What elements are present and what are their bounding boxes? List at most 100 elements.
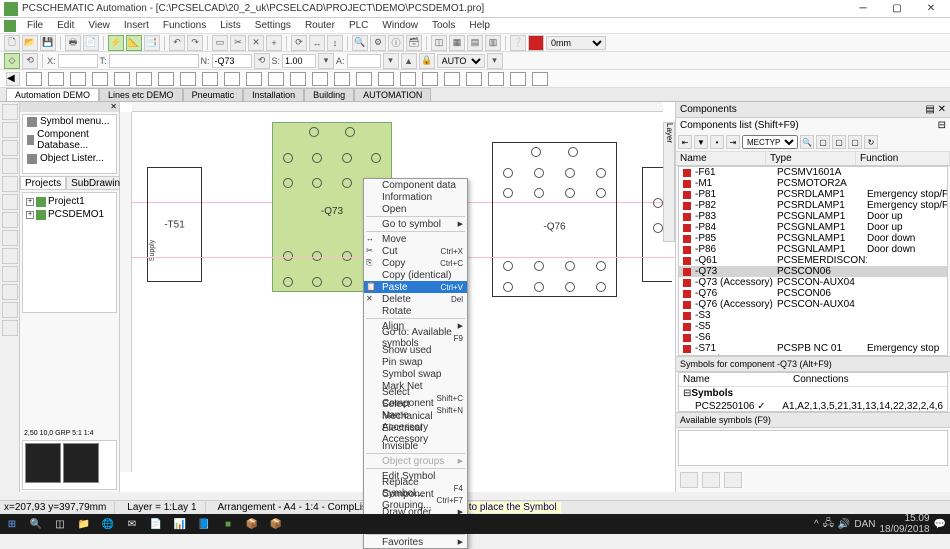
- lt-misc3-icon[interactable]: [2, 230, 18, 246]
- flip-icon[interactable]: ↔: [309, 35, 325, 51]
- context-menu-item[interactable]: Go to: Available symbolsF9: [364, 332, 467, 344]
- tab-installation[interactable]: Installation: [243, 88, 304, 101]
- lock-icon[interactable]: ▲: [401, 53, 417, 69]
- context-menu-item[interactable]: Rotate: [364, 305, 467, 317]
- preview-icon[interactable]: 📄: [83, 35, 99, 51]
- palette-symbol[interactable]: [48, 72, 64, 86]
- palette-prev-icon[interactable]: ◀: [6, 72, 20, 86]
- tray-up-icon[interactable]: ^: [814, 519, 819, 530]
- lt-rect-icon[interactable]: [2, 176, 18, 192]
- component-row[interactable]: -S3: [679, 310, 947, 321]
- context-menu-item[interactable]: ⎘CopyCtrl+C: [364, 257, 467, 269]
- reset1-icon[interactable]: ⟲: [22, 53, 38, 69]
- auto-select[interactable]: AUTO: [437, 54, 485, 68]
- btn-nav-icon[interactable]: [702, 472, 720, 488]
- copy-icon[interactable]: ✂: [230, 35, 246, 51]
- misc1-icon[interactable]: ◫: [431, 35, 447, 51]
- menu-help[interactable]: Help: [463, 20, 496, 31]
- palette-symbol[interactable]: [202, 72, 218, 86]
- lt-misc8-icon[interactable]: [2, 320, 18, 336]
- left-panel-close[interactable]: ✕: [20, 102, 119, 112]
- tray-lang[interactable]: DAN: [854, 519, 875, 530]
- pointer-icon[interactable]: ▭: [212, 35, 228, 51]
- nav-first-icon[interactable]: ⇤: [678, 135, 692, 149]
- palette-symbol[interactable]: [180, 72, 196, 86]
- mode1-icon[interactable]: ⚡: [108, 35, 124, 51]
- palette-symbol[interactable]: [378, 72, 394, 86]
- component-row[interactable]: -Q76 (Accessory) PCSCON-AUX04: [679, 299, 947, 310]
- symbol-mode-icon[interactable]: ◇: [4, 53, 20, 69]
- menu-plc[interactable]: PLC: [343, 20, 374, 31]
- new-icon[interactable]: 🗋: [4, 35, 20, 51]
- tool-c-icon[interactable]: ▢: [848, 135, 862, 149]
- misc3-icon[interactable]: ▤: [467, 35, 483, 51]
- taskbar-app1-icon[interactable]: 📄: [144, 514, 168, 534]
- tray-notifications-icon[interactable]: 💬: [934, 519, 946, 530]
- misc4-icon[interactable]: ▥: [485, 35, 501, 51]
- taskbar-mail-icon[interactable]: ✉: [120, 514, 144, 534]
- misc2-icon[interactable]: ▦: [449, 35, 465, 51]
- menu-lists[interactable]: Lists: [214, 20, 247, 31]
- context-menu-item[interactable]: Show used: [364, 344, 467, 356]
- panel-close-icon[interactable]: ▤ ✕: [925, 104, 946, 115]
- maximize-button[interactable]: ▢: [882, 1, 912, 17]
- redo-icon[interactable]: ↷: [187, 35, 203, 51]
- component-row[interactable]: -P81 PCSRDLAMP1 Emergency stop/Fault: [679, 189, 947, 200]
- tray-date[interactable]: 18/09/2018: [879, 524, 929, 535]
- context-menu-item[interactable]: Open: [364, 203, 467, 215]
- lt-line-icon[interactable]: [2, 158, 18, 174]
- close-button[interactable]: ✕: [916, 1, 946, 17]
- palette-symbol[interactable]: [466, 72, 482, 86]
- lt-select-icon[interactable]: [2, 122, 18, 138]
- rotate-icon[interactable]: ⟳: [291, 35, 307, 51]
- page-thumbnail[interactable]: [63, 443, 99, 483]
- palette-symbol[interactable]: [26, 72, 42, 86]
- menu-tools[interactable]: Tools: [426, 20, 461, 31]
- info-icon[interactable]: ⓘ: [388, 35, 404, 51]
- context-menu-item[interactable]: Electrical Accessory: [364, 428, 467, 440]
- palette-symbol[interactable]: [158, 72, 174, 86]
- canvas-side-tab[interactable]: Layer: [663, 122, 675, 242]
- router-icon[interactable]: ⚙: [370, 35, 386, 51]
- col-name[interactable]: Name: [676, 152, 766, 165]
- tree-node[interactable]: +PCSDEMO1: [25, 208, 114, 221]
- context-menu-item[interactable]: ✂CutCtrl+X: [364, 245, 467, 257]
- component-row[interactable]: -Q73 (Accessory) PCSCON-AUX04: [679, 277, 947, 288]
- auto-lock-icon[interactable]: 🔒: [419, 53, 435, 69]
- undo-icon[interactable]: ↶: [169, 35, 185, 51]
- taskbar-app4-icon[interactable]: ■: [216, 514, 240, 534]
- save-icon[interactable]: 💾: [40, 35, 56, 51]
- symbols-group[interactable]: ⊟ Symbols: [679, 387, 947, 400]
- component-row[interactable]: -S71 PCSPB NC 01 Emergency stop: [679, 343, 947, 354]
- taskbar-edge-icon[interactable]: 🌐: [96, 514, 120, 534]
- s-stepper-icon[interactable]: ▾: [318, 53, 334, 69]
- taskbar-app5-icon[interactable]: 📦: [240, 514, 264, 534]
- palette-symbol[interactable]: [312, 72, 328, 86]
- tool-b-icon[interactable]: ▢: [832, 135, 846, 149]
- a-input[interactable]: [347, 54, 381, 68]
- lt-misc2-icon[interactable]: [2, 212, 18, 228]
- context-menu-item[interactable]: Information: [364, 191, 467, 203]
- lt-text-icon[interactable]: [2, 140, 18, 156]
- menu-insert[interactable]: Insert: [118, 20, 155, 31]
- taskbar-app3-icon[interactable]: 📘: [192, 514, 216, 534]
- menu-view[interactable]: View: [82, 20, 116, 31]
- mode2-icon[interactable]: 📐: [126, 35, 142, 51]
- component-row[interactable]: -S5: [679, 321, 947, 332]
- search-icon[interactable]: 🔍: [800, 135, 814, 149]
- palette-symbol[interactable]: [356, 72, 372, 86]
- component-row[interactable]: -M1 PCSMOTOR2A: [679, 178, 947, 189]
- context-menu-item[interactable]: Component data: [364, 179, 467, 191]
- unit-select[interactable]: 0mm: [546, 36, 606, 50]
- component-row[interactable]: -Q76 PCSCON06: [679, 288, 947, 299]
- context-menu-item[interactable]: Invisible: [364, 440, 467, 452]
- lt-misc4-icon[interactable]: [2, 248, 18, 264]
- lt-misc7-icon[interactable]: [2, 302, 18, 318]
- tab-lines-demo[interactable]: Lines etc DEMO: [99, 88, 183, 101]
- tool-x-icon[interactable]: ✕: [248, 35, 264, 51]
- context-menu-item[interactable]: ✕DeleteDel: [364, 293, 467, 305]
- available-symbols-area[interactable]: [678, 430, 948, 466]
- component-row[interactable]: -P85 PCSGNLAMP1 Door down: [679, 233, 947, 244]
- component-q76[interactable]: -Q76: [492, 142, 617, 297]
- palette-symbol[interactable]: [488, 72, 504, 86]
